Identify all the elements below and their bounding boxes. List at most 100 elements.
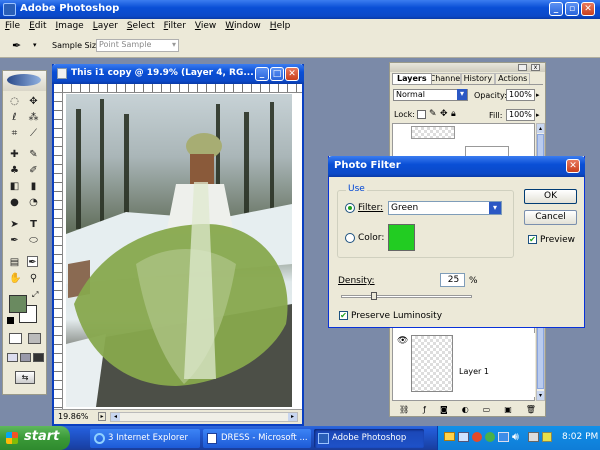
- zoom-tool-icon[interactable]: ⚲: [28, 273, 39, 284]
- tray-envelope-icon[interactable]: [444, 432, 455, 441]
- fill-field[interactable]: 100%: [506, 109, 535, 121]
- tray-volume-icon[interactable]: 🔊︎: [512, 430, 519, 444]
- lasso-tool-icon[interactable]: ℓ: [9, 112, 20, 123]
- scroll-up-arrow-icon[interactable]: ▴: [537, 124, 544, 133]
- foreground-color-swatch[interactable]: [9, 295, 27, 313]
- lock-position-icon[interactable]: ✥: [440, 109, 448, 119]
- eyedropper-tool-icon[interactable]: ✒: [27, 256, 38, 268]
- slice-tool-icon[interactable]: ⟋: [28, 128, 39, 139]
- menu-edit[interactable]: Edit: [29, 21, 46, 34]
- layer-thumbnail[interactable]: [411, 126, 455, 139]
- minimize-button[interactable]: _: [549, 2, 563, 16]
- color-swatch[interactable]: [388, 224, 415, 251]
- hand-tool-icon[interactable]: ✋: [9, 273, 21, 284]
- gradient-tool-icon[interactable]: ▮: [28, 181, 39, 192]
- density-field[interactable]: 25: [440, 273, 465, 287]
- zoom-level[interactable]: 19.86%: [58, 412, 89, 421]
- magic-wand-tool-icon[interactable]: ⁂: [28, 112, 39, 123]
- tray-display-icon[interactable]: [498, 432, 509, 442]
- close-button[interactable]: ✕: [581, 2, 595, 16]
- color-radio[interactable]: [345, 233, 355, 243]
- screen-mode-menu-icon[interactable]: [20, 353, 31, 362]
- healing-brush-tool-icon[interactable]: ✚: [9, 149, 20, 160]
- eyedropper-tool-icon[interactable]: ✒: [12, 39, 21, 52]
- menu-select[interactable]: Select: [127, 21, 155, 34]
- notes-tool-icon[interactable]: ▤: [9, 257, 20, 268]
- lock-transparency-icon[interactable]: [417, 110, 426, 119]
- shape-tool-icon[interactable]: ⬭: [28, 235, 39, 246]
- swap-colors-icon[interactable]: ⤢: [32, 290, 38, 300]
- sample-size-select[interactable]: Point Sample ▾: [96, 39, 179, 52]
- tray-antivirus-icon[interactable]: [542, 432, 552, 442]
- quick-mask-mode-icon[interactable]: [28, 333, 41, 344]
- new-layer-icon[interactable]: ▣: [504, 403, 512, 416]
- filter-select[interactable]: Green ▾: [388, 201, 502, 215]
- tab-channels[interactable]: Channels: [426, 73, 461, 84]
- clone-stamp-tool-icon[interactable]: ♣: [9, 165, 20, 176]
- tray-printer-icon[interactable]: [528, 432, 539, 442]
- taskbar-item-word-document[interactable]: DRESS - Microsoft ...: [203, 429, 311, 448]
- brush-tool-icon[interactable]: ✎: [28, 149, 39, 160]
- menu-window[interactable]: Window: [225, 21, 261, 34]
- blur-tool-icon[interactable]: ●: [9, 197, 20, 208]
- fill-arrow-icon[interactable]: ▸: [536, 111, 540, 119]
- menu-image[interactable]: Image: [56, 21, 84, 34]
- start-button[interactable]: start: [0, 426, 70, 450]
- jump-to-imageready-icon[interactable]: ⇆: [15, 371, 35, 384]
- blend-mode-select[interactable]: Normal ▾: [393, 89, 468, 101]
- screen-mode-standard-icon[interactable]: [7, 353, 18, 362]
- panel-minimize-icon[interactable]: [518, 64, 527, 71]
- new-fill-layer-icon[interactable]: ◐: [462, 403, 469, 416]
- pen-tool-icon[interactable]: ✒: [9, 235, 20, 246]
- preview-checkbox[interactable]: ✔: [528, 235, 537, 244]
- layer-style-icon[interactable]: ƒ: [423, 403, 426, 416]
- document-close-button[interactable]: ✕: [285, 67, 299, 81]
- ok-button[interactable]: OK: [524, 189, 577, 204]
- menu-filter[interactable]: Filter: [164, 21, 186, 34]
- preserve-luminosity-checkbox[interactable]: ✔: [339, 311, 348, 320]
- canvas-image[interactable]: [66, 94, 292, 407]
- tray-security-icon[interactable]: [472, 432, 482, 442]
- scroll-down-arrow-icon[interactable]: ▾: [537, 391, 544, 400]
- cancel-button[interactable]: Cancel: [524, 210, 577, 225]
- dodge-tool-icon[interactable]: ◔: [28, 197, 39, 208]
- path-selection-tool-icon[interactable]: ➤: [9, 219, 20, 230]
- layer-mask-icon[interactable]: ◙: [440, 403, 448, 416]
- type-tool-icon[interactable]: T: [28, 219, 39, 230]
- filter-radio[interactable]: [345, 203, 355, 213]
- density-slider[interactable]: [341, 292, 472, 300]
- tray-messenger-icon[interactable]: [485, 432, 495, 442]
- layer-row-layer-1[interactable]: 👁︎ Layer 1: [393, 333, 535, 397]
- panel-close-icon[interactable]: x: [531, 64, 540, 71]
- tray-network-icon[interactable]: [458, 432, 469, 442]
- taskbar-item-photoshop[interactable]: Adobe Photoshop: [314, 429, 424, 448]
- menu-file[interactable]: File: [5, 21, 20, 34]
- opacity-field[interactable]: 100%: [506, 89, 535, 101]
- lock-image-icon[interactable]: ✎: [429, 109, 437, 119]
- density-slider-thumb[interactable]: [371, 292, 378, 300]
- standard-mode-icon[interactable]: [9, 333, 22, 344]
- tool-preset-arrow-icon[interactable]: ▾: [33, 41, 37, 49]
- taskbar-item-internet-explorer[interactable]: 3 Internet Explorer: [90, 429, 200, 448]
- eye-visibility-icon[interactable]: 👁︎: [397, 336, 408, 346]
- marquee-tool-icon[interactable]: ◌: [9, 96, 20, 107]
- document-maximize-button[interactable]: □: [270, 67, 284, 81]
- restore-button[interactable]: ▫: [565, 2, 579, 16]
- layer-row[interactable]: [393, 401, 535, 402]
- lock-all-icon[interactable]: 🔒︎: [451, 109, 456, 119]
- horizontal-scrollbar[interactable]: ◂ ▸: [110, 412, 298, 422]
- screen-mode-full-icon[interactable]: [33, 353, 44, 362]
- status-info-arrow-icon[interactable]: ▸: [98, 412, 106, 421]
- new-group-icon[interactable]: ▭: [483, 403, 491, 416]
- history-brush-tool-icon[interactable]: ✐: [28, 165, 39, 176]
- opacity-arrow-icon[interactable]: ▸: [536, 91, 540, 99]
- scroll-right-arrow-icon[interactable]: ▸: [288, 413, 297, 421]
- tab-history[interactable]: History: [460, 73, 496, 84]
- default-colors-icon[interactable]: [7, 317, 14, 324]
- delete-layer-icon[interactable]: 🗑︎: [526, 403, 536, 416]
- move-tool-icon[interactable]: ✥: [28, 96, 39, 107]
- dialog-close-button[interactable]: ✕: [566, 159, 580, 173]
- tab-layers[interactable]: Layers: [392, 73, 432, 84]
- menu-help[interactable]: Help: [270, 21, 291, 34]
- menu-view[interactable]: View: [195, 21, 216, 34]
